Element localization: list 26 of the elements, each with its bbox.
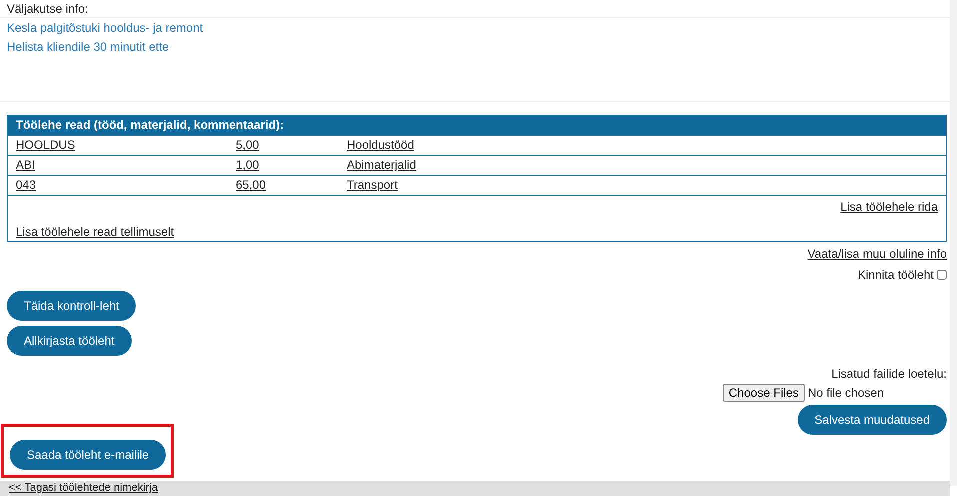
- info-label: Väljakutse info:: [7, 2, 88, 16]
- info-text: Kesla palgitõstuki hooldus- ja remont: [7, 21, 204, 35]
- email-button[interactable]: Saada tööleht e-mailile: [10, 440, 166, 470]
- confirm-checkbox[interactable]: [937, 270, 947, 280]
- table-header: Töölehe read (tööd, materjalid, kommentaarid):: [8, 116, 946, 135]
- back-link[interactable]: << Tagasi töölehtede nimekirja: [9, 482, 158, 494]
- action-button[interactable]: Allkirjasta tööleht: [7, 326, 132, 356]
- quantity-link[interactable]: 65,00: [236, 178, 266, 192]
- choose-files-button[interactable]: Choose Files: [722, 384, 805, 402]
- attachments-label: Lisatud failide loetelu:: [832, 366, 947, 381]
- description-link[interactable]: Abimaterjalid: [347, 158, 416, 172]
- code-link[interactable]: ABI: [16, 158, 36, 172]
- add-row-link[interactable]: Lisa töölehele rida: [840, 200, 938, 214]
- description-link[interactable]: Transport: [347, 178, 398, 192]
- quantity-link[interactable]: 5,00: [236, 138, 260, 152]
- file-status: No file chosen: [808, 386, 884, 400]
- other-info-link[interactable]: Vaata/lisa muu oluline info: [808, 246, 947, 261]
- code-link[interactable]: 043: [16, 178, 36, 192]
- info-text: Helista kliendile 30 minutit ette: [7, 40, 170, 54]
- description-link[interactable]: Hooldustööd: [347, 138, 414, 152]
- quantity-link[interactable]: 1,00: [236, 158, 260, 172]
- save-button[interactable]: Salvesta muudatused: [798, 404, 947, 435]
- add-from-order-link[interactable]: Lisa töölehele read tellimuselt: [16, 224, 174, 239]
- confirm-label: Kinnita tööleht: [858, 268, 934, 282]
- action-button[interactable]: Täida kontroll-leht: [7, 290, 136, 321]
- code-link[interactable]: HOOLDUS: [16, 138, 76, 152]
